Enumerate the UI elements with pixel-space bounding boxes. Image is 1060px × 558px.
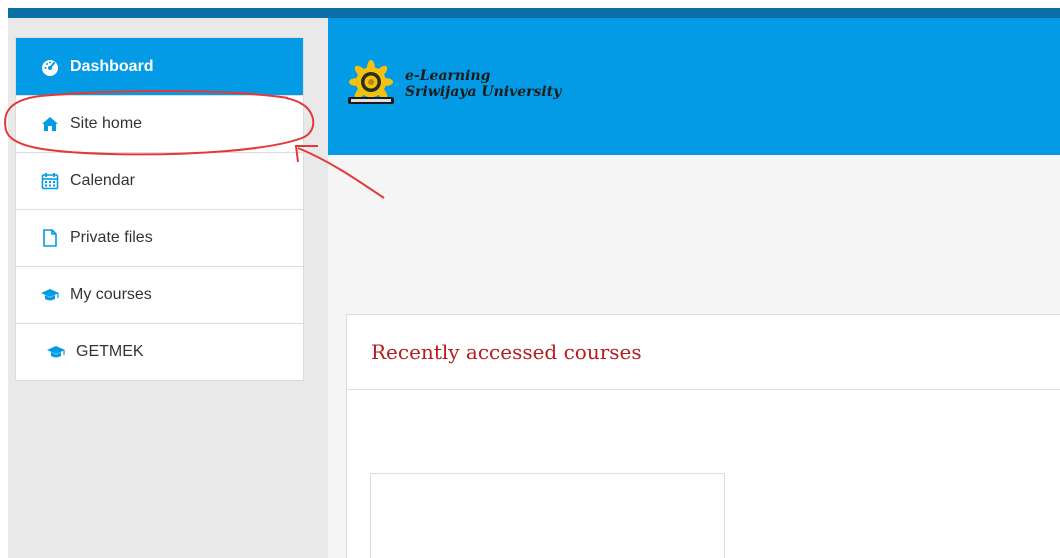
sidebar-item-private-files[interactable]: Private files	[16, 209, 303, 266]
graduation-cap-icon	[46, 342, 66, 362]
top-navbar	[8, 8, 1060, 18]
sidebar-item-label: Calendar	[70, 172, 135, 189]
sidebar-item-site-home[interactable]: Site home	[16, 95, 303, 152]
sidebar-item-label: My courses	[70, 286, 152, 303]
page: Dashboard Site home Calendar Private fil…	[0, 0, 1060, 558]
graduation-cap-icon	[40, 285, 60, 305]
sidebar-item-calendar[interactable]: Calendar	[16, 152, 303, 209]
sidebar-item-dashboard[interactable]: Dashboard	[16, 38, 303, 95]
site-logo[interactable]: e-Learning Sriwijaya University	[345, 58, 561, 110]
sidebar-item-label: Dashboard	[70, 57, 154, 75]
sidebar-item-getmek[interactable]: GETMEK	[16, 323, 303, 380]
sidebar-item-label: Private files	[70, 229, 153, 246]
sidebar-nav: Dashboard Site home Calendar Private fil…	[15, 37, 304, 381]
sidebar-item-label: Site home	[70, 115, 143, 132]
site-name-line-2: Sriwijaya University	[405, 84, 562, 100]
university-emblem-icon	[348, 60, 394, 104]
sidebar-item-label: GETMEK	[76, 343, 144, 360]
calendar-icon	[40, 171, 60, 191]
card-title: Recently accessed courses	[371, 340, 642, 364]
course-tile[interactable]	[370, 473, 725, 558]
recent-courses-card: Recently accessed courses	[346, 314, 1060, 558]
dashboard-icon	[40, 57, 60, 77]
file-icon	[40, 228, 60, 248]
card-header: Recently accessed courses	[347, 315, 1060, 390]
top-strip	[0, 0, 1060, 18]
site-name-line-1: e-Learning	[405, 68, 491, 84]
site-name: e-Learning Sriwijaya University	[405, 68, 561, 100]
sidebar-item-my-courses[interactable]: My courses	[16, 266, 303, 323]
home-icon	[40, 114, 60, 134]
